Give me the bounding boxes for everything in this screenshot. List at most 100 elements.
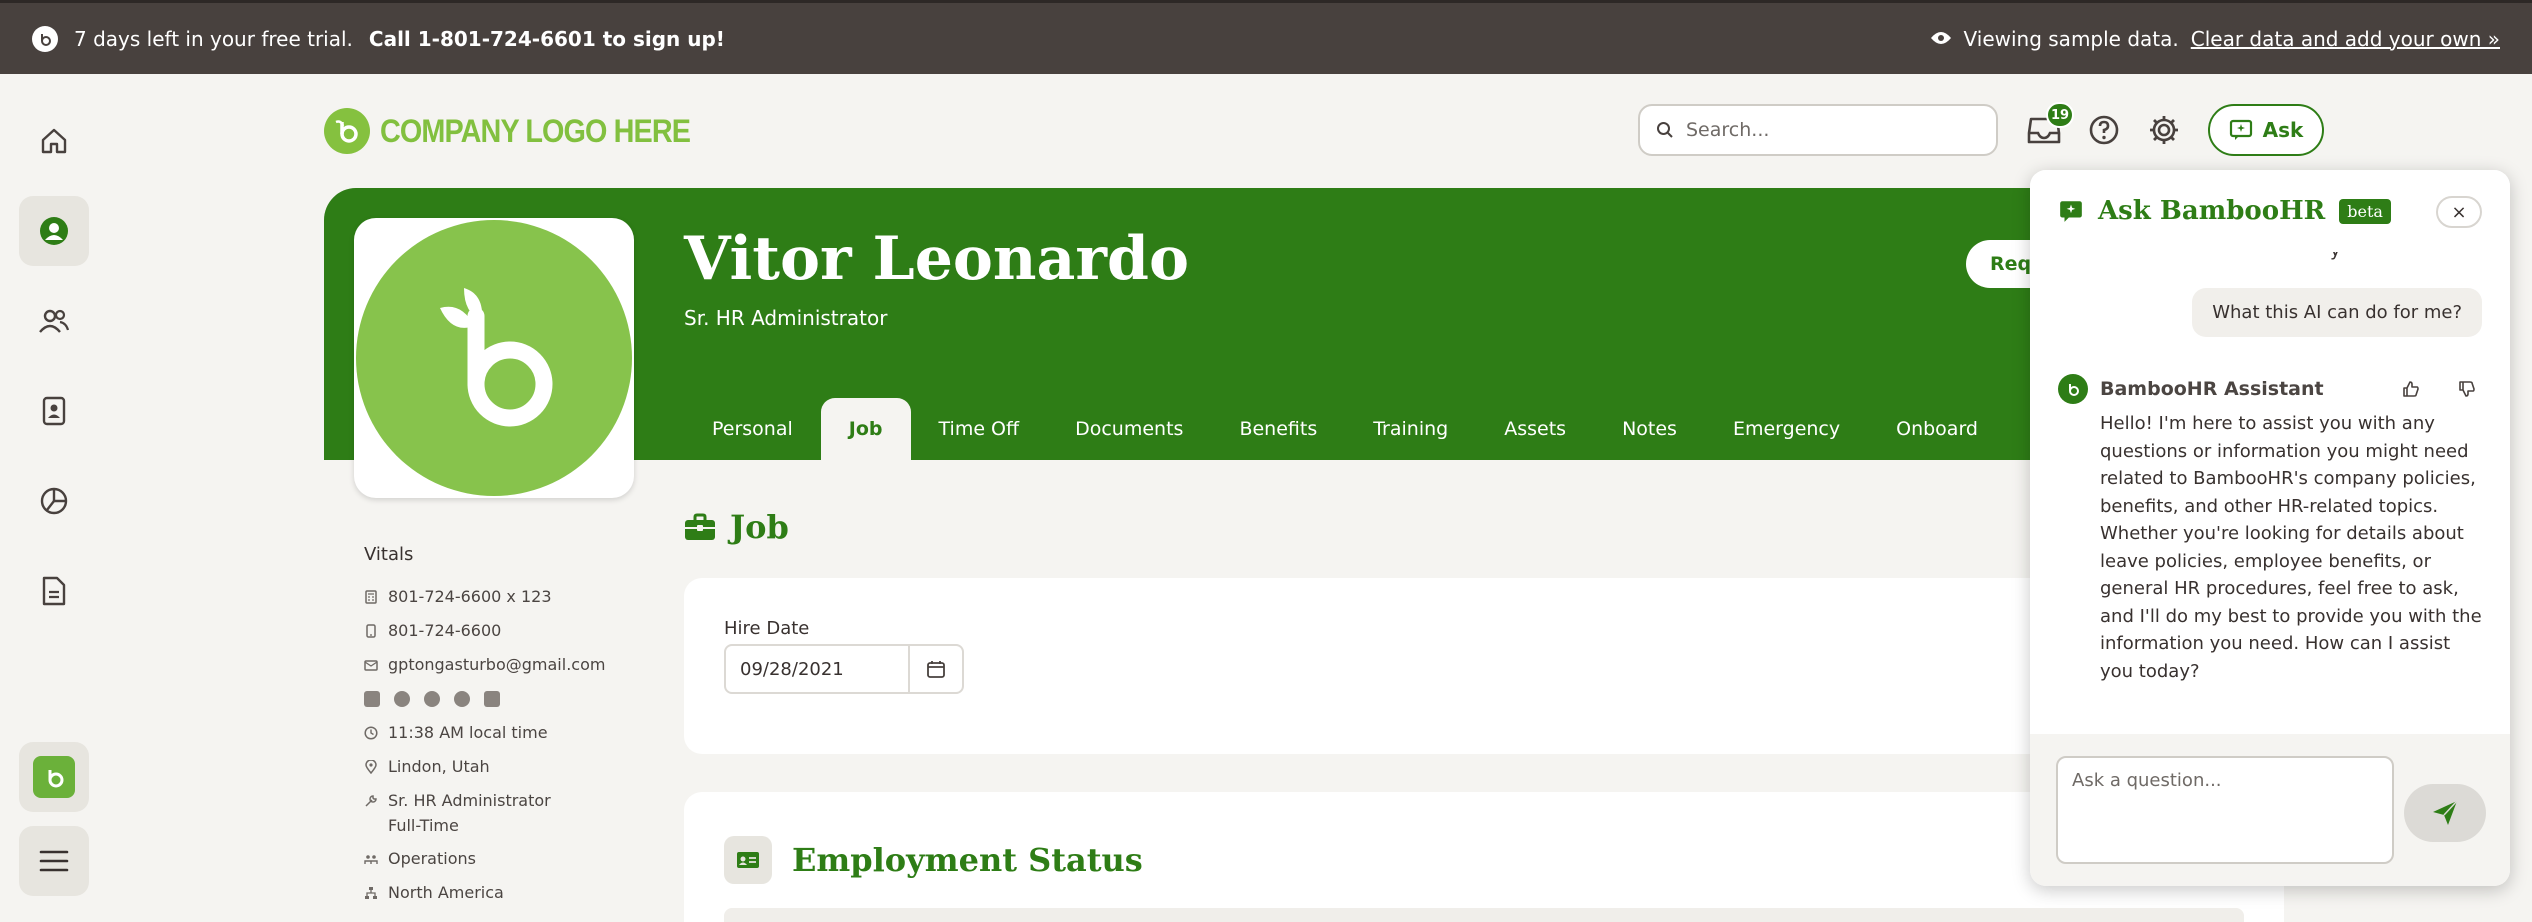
tab-training[interactable]: Training xyxy=(1345,398,1476,460)
job-section-heading: Job xyxy=(684,508,789,546)
vitals-panel: Vitals 801-724-6600 x 123 801-724-6600 g… xyxy=(364,544,644,917)
company-logo-text: COMPANY LOGO HERE xyxy=(380,112,691,149)
person-circle-icon xyxy=(40,217,68,245)
global-search[interactable] xyxy=(1638,104,1998,156)
gear-icon xyxy=(2150,116,2178,144)
tab-benefits[interactable]: Benefits xyxy=(1211,398,1345,460)
facebook-icon[interactable] xyxy=(424,691,440,707)
tab-onboarding[interactable]: Onboard xyxy=(1868,398,2006,460)
inbox-count-badge: 19 xyxy=(2046,102,2074,128)
profile-tabs: Personal Job Time Off Documents Benefits… xyxy=(684,398,2006,460)
assistant-message-header: BambooHR Assistant xyxy=(2058,374,2488,404)
nav-bamboo-app[interactable] xyxy=(19,742,89,812)
previous-message-fragment: y xyxy=(2330,252,2341,261)
org-chart-icon xyxy=(365,887,377,899)
beta-badge: beta xyxy=(2339,198,2391,224)
assistant-name: BambooHR Assistant xyxy=(2100,378,2324,400)
bamboo-app-icon xyxy=(33,756,75,798)
briefcase-icon xyxy=(685,513,715,540)
company-logo[interactable]: COMPANY LOGO HERE xyxy=(324,108,725,154)
employee-name: Vitor Leonardo xyxy=(684,224,1189,294)
job-title-text: Sr. HR Administrator xyxy=(388,791,551,810)
ask-button-label: Ask xyxy=(2262,118,2304,142)
mobile-phone-text: 801-724-6600 xyxy=(388,621,502,640)
tab-documents[interactable]: Documents xyxy=(1047,398,1211,460)
help-icon xyxy=(2089,115,2119,145)
settings-button[interactable] xyxy=(2144,110,2184,150)
nav-files[interactable] xyxy=(19,556,89,626)
search-icon xyxy=(1657,122,1673,138)
assistant-message: Hello! I'm here to assist you with any q… xyxy=(2100,413,2482,682)
department-icon xyxy=(364,855,378,864)
thumbs-up-icon[interactable] xyxy=(2402,380,2420,398)
ask-button[interactable]: Ask xyxy=(2208,104,2324,156)
employment-status-title: Employment Status xyxy=(792,841,1143,879)
inbox-button[interactable]: 19 xyxy=(2024,102,2074,150)
left-nav-rail xyxy=(0,74,106,922)
send-button[interactable] xyxy=(2404,784,2486,842)
employment-type-text: Full-Time xyxy=(388,816,459,835)
id-card-icon xyxy=(737,852,759,868)
nav-directory[interactable] xyxy=(19,376,89,446)
profile-photo[interactable] xyxy=(354,218,634,498)
clear-data-link[interactable]: Clear data and add your own » xyxy=(2191,27,2500,51)
email-text: gptongasturbo@gmail.com xyxy=(388,655,606,674)
twitter-icon[interactable] xyxy=(394,691,410,707)
ai-chat-icon xyxy=(2229,119,2252,140)
vitals-local-time: 11:38 AM local time xyxy=(364,723,644,757)
tab-job[interactable]: Job xyxy=(820,398,911,460)
ask-bamboohr-panel: Ask BambooHR beta × y What this AI can d… xyxy=(2030,170,2510,886)
tab-time-off[interactable]: Time Off xyxy=(911,398,1048,460)
ai-chat-icon xyxy=(2060,201,2082,222)
work-phone-text: 801-724-6600 x 123 xyxy=(388,587,552,606)
nav-reports[interactable] xyxy=(19,466,89,536)
tab-emergency[interactable]: Emergency xyxy=(1705,398,1868,460)
vitals-work-phone[interactable]: 801-724-6600 x 123 xyxy=(364,587,644,621)
search-input[interactable] xyxy=(1686,119,1976,141)
tab-personal[interactable]: Personal xyxy=(684,398,821,460)
hire-date-value[interactable]: 09/28/2021 xyxy=(726,659,908,680)
hire-date-label: Hire Date xyxy=(724,618,810,639)
thumbs-down-icon[interactable] xyxy=(2458,380,2476,398)
instagram-icon[interactable] xyxy=(484,691,500,707)
linkedin-icon[interactable] xyxy=(364,691,380,707)
calendar-button[interactable] xyxy=(908,646,962,692)
chat-header: Ask BambooHR beta × xyxy=(2030,170,2510,252)
help-button[interactable] xyxy=(2084,110,2124,150)
assistant-avatar-icon xyxy=(2058,374,2088,404)
id-badge-icon xyxy=(42,396,66,426)
employment-status-icon-box xyxy=(724,836,772,884)
nav-my-info[interactable] xyxy=(19,196,89,266)
vitals-email[interactable]: gptongasturbo@gmail.com xyxy=(364,655,644,689)
bamboo-logo-icon xyxy=(32,25,58,52)
calendar-icon xyxy=(927,661,945,678)
nav-menu[interactable] xyxy=(19,826,89,896)
hire-date-field[interactable]: 09/28/2021 xyxy=(724,644,964,694)
chat-close-button[interactable]: × xyxy=(2436,196,2482,228)
chat-question-input[interactable] xyxy=(2056,756,2394,864)
vitals-heading: Vitals xyxy=(364,544,414,565)
chat-footer xyxy=(2030,734,2510,886)
employee-title: Sr. HR Administrator xyxy=(684,306,888,330)
social-links xyxy=(364,689,644,723)
nav-people[interactable] xyxy=(19,286,89,356)
vitals-job: Sr. HR Administrator Full-Time xyxy=(364,791,644,849)
pie-chart-icon xyxy=(40,487,68,515)
send-icon xyxy=(2433,800,2458,825)
hamburger-menu-icon xyxy=(39,850,69,872)
user-message: What this AI can do for me? xyxy=(2192,288,2482,337)
tab-notes[interactable]: Notes xyxy=(1594,398,1705,460)
pinterest-icon[interactable] xyxy=(454,691,470,707)
wrench-icon xyxy=(365,795,377,807)
chat-messages[interactable]: y What this AI can do for me? BambooHR A… xyxy=(2030,252,2510,734)
vitals-mobile-phone[interactable]: 801-724-6600 xyxy=(364,621,644,655)
division-text: North America xyxy=(388,883,504,902)
vitals-department: Operations xyxy=(364,849,644,883)
envelope-icon xyxy=(364,660,378,671)
local-time-text: 11:38 AM local time xyxy=(388,723,548,742)
job-section-title: Job xyxy=(730,508,789,546)
tab-assets[interactable]: Assets xyxy=(1476,398,1594,460)
nav-home[interactable] xyxy=(19,106,89,176)
location-text: Lindon, Utah xyxy=(388,757,490,776)
trial-banner: 7 days left in your free trial. Call 1-8… xyxy=(0,0,2532,74)
